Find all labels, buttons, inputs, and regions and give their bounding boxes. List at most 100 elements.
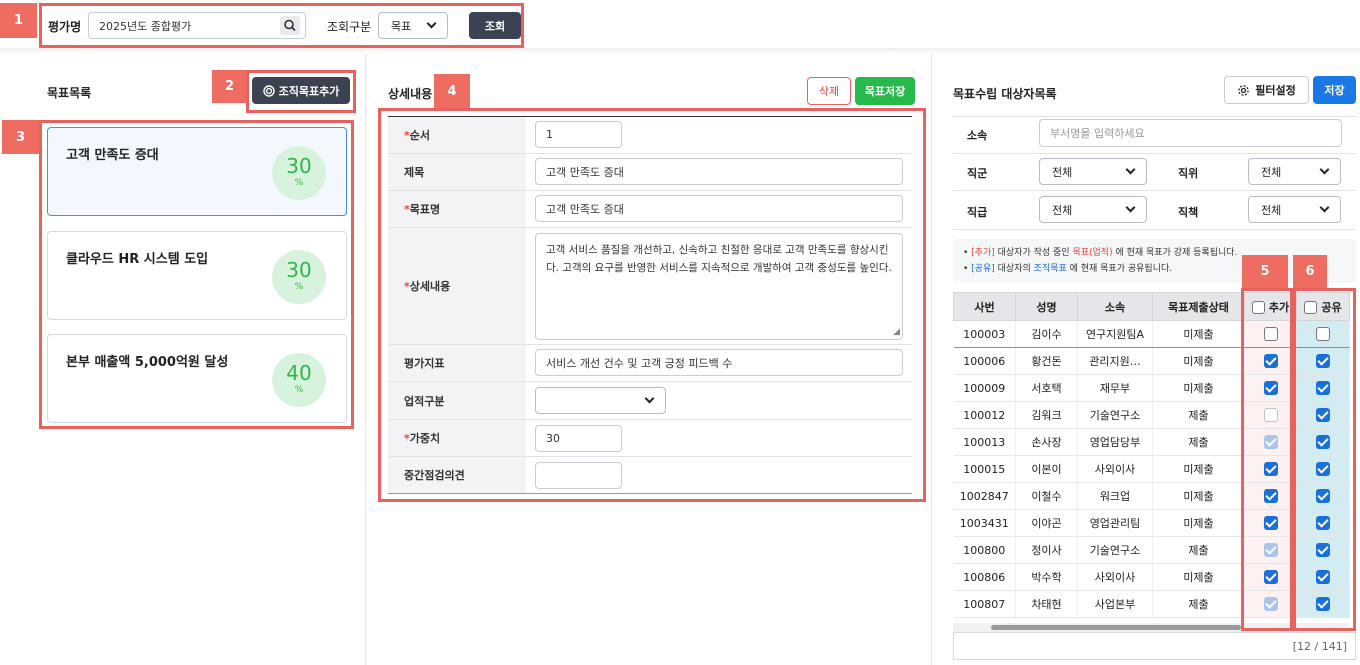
cell-add — [1244, 374, 1297, 402]
cell-add — [1244, 536, 1297, 564]
cell-name: 김이수 — [1015, 320, 1078, 348]
cell-dept: 영업담당부 — [1077, 428, 1153, 456]
goal-card[interactable]: 본부 매출액 5,000억원 달성 40% — [47, 334, 347, 423]
add-org-goal-button[interactable]: 조직목표추가 — [252, 77, 350, 104]
cell-add — [1244, 320, 1297, 348]
form-row-weight: * 가중치 30 — [388, 420, 912, 457]
table-row[interactable]: 100015 이본이 사외이사 미제출 — [953, 455, 1350, 483]
share-checkbox[interactable] — [1316, 489, 1330, 503]
goal-percent-badge: 30% — [272, 250, 326, 304]
share-checkbox[interactable] — [1316, 543, 1330, 557]
share-checkbox[interactable] — [1316, 516, 1330, 530]
marker-2: 2 — [212, 70, 247, 103]
horizontal-scrollbar[interactable] — [953, 623, 1349, 632]
cell-status: 미제출 — [1152, 563, 1245, 591]
save-button[interactable]: 저장 — [1313, 76, 1356, 104]
form-row-subject: 제목 고객 만족도 증대 — [388, 154, 912, 191]
col-header-dept[interactable]: 소속 — [1077, 292, 1153, 321]
duty-filter-select[interactable]: 전체 — [1248, 196, 1341, 223]
table-row[interactable]: 100807 차태현 사업본부 제출 — [953, 590, 1350, 618]
gear-icon — [1237, 84, 1250, 97]
share-checkbox[interactable] — [1316, 462, 1330, 476]
cell-share — [1296, 590, 1350, 618]
kpi-input[interactable]: 서비스 개선 건수 및 고객 긍정 피드백 수 — [535, 349, 903, 376]
add-checkbox[interactable] — [1263, 516, 1278, 530]
cell-add — [1244, 455, 1297, 483]
cell-status: 미제출 — [1152, 509, 1245, 537]
table-row[interactable]: 100800 정이사 기술연구소 제출 — [953, 536, 1350, 564]
scrollbar-thumb[interactable] — [991, 625, 1241, 630]
goal-card[interactable]: 고객 만족도 증대 30% — [47, 127, 347, 216]
share-checkbox[interactable] — [1316, 570, 1330, 584]
add-checkbox[interactable] — [1263, 354, 1278, 368]
cell-dept: 워크업 — [1077, 482, 1153, 510]
dept-filter-input[interactable]: 부서명을 입력하세요 — [1039, 119, 1342, 147]
chevron-down-icon — [1125, 202, 1136, 213]
save-goal-button[interactable]: 목표저장 — [855, 77, 915, 105]
cell-add — [1244, 347, 1297, 375]
delete-button[interactable]: 삭제 — [807, 77, 851, 105]
share-checkbox[interactable] — [1316, 381, 1330, 395]
performance-type-select[interactable] — [535, 387, 666, 414]
table-row[interactable]: 100806 박수학 사외이사 미제출 — [953, 563, 1350, 591]
eval-label: 평가명 — [48, 20, 82, 34]
filter-divider — [953, 229, 1356, 230]
col-header-add[interactable]: 추가 — [1244, 292, 1297, 321]
select-all-add-checkbox[interactable] — [1251, 301, 1265, 314]
dept-filter-label: 소속 — [967, 129, 988, 142]
search-icon[interactable] — [280, 16, 300, 35]
mid-check-input[interactable] — [535, 462, 622, 489]
table-row[interactable]: 100003 김이수 연구지원팀A 미제출 — [953, 320, 1350, 348]
goal-percent-badge: 40% — [272, 353, 326, 407]
cell-add — [1244, 563, 1297, 591]
add-checkbox[interactable] — [1263, 489, 1278, 503]
goal-card[interactable]: 클라우드 HR 시스템 도입 30% — [47, 231, 347, 320]
col-header-status[interactable]: 목표제출상태 — [1152, 292, 1245, 321]
col-header-id[interactable]: 사번 — [953, 292, 1016, 321]
table-row[interactable]: 1002847 이철수 워크업 미제출 — [953, 482, 1350, 510]
table-row[interactable]: 100009 서호택 재무부 미제출 — [953, 374, 1350, 402]
subject-input[interactable]: 고객 만족도 증대 — [535, 158, 903, 185]
chevron-down-icon — [1319, 164, 1330, 175]
cell-dept: 재무부 — [1077, 374, 1153, 402]
resize-handle-icon[interactable]: ◢ — [893, 328, 900, 337]
col-header-share[interactable]: 공유 — [1296, 292, 1350, 321]
share-checkbox[interactable] — [1316, 597, 1330, 611]
goal-name-input[interactable]: 고객 만족도 증대 — [535, 195, 903, 222]
cell-add — [1244, 590, 1297, 618]
cell-dept: 연구지원팀A — [1077, 320, 1153, 348]
eval-name-input[interactable]: 2025년도 종합평가 — [88, 12, 306, 39]
col-header-name[interactable]: 성명 — [1015, 292, 1078, 321]
target-icon — [262, 84, 275, 97]
table-row[interactable]: 100006 황건돈 관리지원… 미제출 — [953, 347, 1350, 375]
add-checkbox[interactable] — [1263, 327, 1278, 341]
filter-settings-button[interactable]: 필터설정 — [1224, 76, 1309, 104]
select-all-share-checkbox[interactable] — [1304, 301, 1318, 314]
marker-6: 6 — [1293, 255, 1327, 288]
grade-filter-select[interactable]: 전체 — [1039, 196, 1147, 223]
table-row[interactable]: 1003431 이야곤 영업관리팀 미제출 — [953, 509, 1350, 537]
order-input[interactable]: 1 — [535, 121, 622, 148]
share-checkbox[interactable] — [1316, 354, 1330, 368]
weight-input[interactable]: 30 — [535, 425, 622, 452]
cell-id: 1002847 — [953, 482, 1016, 510]
add-checkbox[interactable] — [1263, 381, 1278, 395]
cell-name: 김워크 — [1015, 401, 1078, 429]
share-checkbox[interactable] — [1316, 408, 1330, 422]
position-filter-select[interactable]: 전체 — [1248, 158, 1341, 185]
add-checkbox[interactable] — [1263, 462, 1278, 476]
form-row-midcheck: 중간점검의견 — [388, 457, 912, 494]
cell-add — [1244, 401, 1297, 429]
add-checkbox[interactable] — [1263, 570, 1278, 584]
type-select[interactable]: 목표 — [378, 12, 448, 39]
table-row[interactable]: 100012 김워크 기술연구소 제출 — [953, 401, 1350, 429]
share-checkbox[interactable] — [1316, 327, 1330, 341]
share-checkbox[interactable] — [1316, 435, 1330, 449]
cell-share — [1296, 455, 1350, 483]
goal-card-title: 고객 만족도 증대 — [66, 148, 159, 163]
description-textarea[interactable]: 고객 서비스 품질을 개선하고, 신속하고 친절한 응대로 고객 만족도를 향상… — [535, 233, 903, 340]
search-button[interactable]: 조회 — [469, 12, 521, 39]
position-filter-label: 직위 — [1178, 167, 1199, 180]
table-row[interactable]: 100013 손사장 영업담당부 제출 — [953, 428, 1350, 456]
group-filter-select[interactable]: 전체 — [1039, 158, 1147, 185]
